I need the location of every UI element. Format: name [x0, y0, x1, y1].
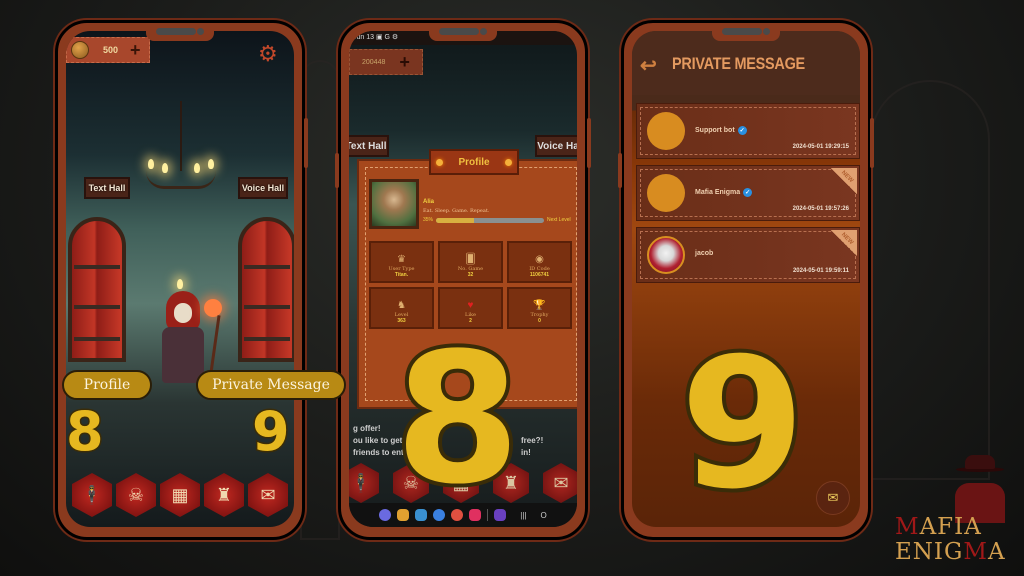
avatar [647, 236, 685, 274]
gear-icon[interactable]: ⚙ [258, 43, 280, 65]
coin-balance-bar: 200448 + [349, 49, 423, 75]
wall-candle [177, 279, 183, 289]
new-badge-label: NEW [839, 169, 855, 185]
profile-bio: Eat. Sleep. Game. Repeat. [423, 208, 490, 214]
id-badge-icon: ◉ [535, 254, 544, 265]
level-icon: ♞ [397, 300, 406, 311]
message-timestamp: 2024-05-01 19:57:26 [792, 206, 849, 212]
back-arrow-icon[interactable]: ↩ [640, 53, 657, 78]
page-title: PRIVATE MESSAGE [672, 54, 805, 73]
message-timestamp: 2024-05-01 19:29:15 [792, 144, 849, 150]
coin-balance: 500 [103, 45, 119, 55]
nav-mail-icon[interactable]: ✉ [248, 473, 288, 517]
text-hall-sign[interactable]: Text Hall [84, 177, 130, 199]
voice-hall-sign[interactable]: Voice Ha [535, 135, 577, 157]
experience-row: 35% Next Level [423, 217, 571, 223]
next-level-label: Next Level [547, 217, 571, 223]
coin-balance-bar: 500 + [66, 37, 150, 63]
message-sender: jacob [695, 250, 714, 257]
phone-side-button-left [618, 153, 622, 188]
coin-icon [71, 41, 89, 59]
phone-notch [146, 23, 214, 41]
nav-map-icon[interactable]: ▦ [160, 473, 200, 517]
nav-mafia-boss-icon[interactable]: 🕴 [72, 473, 112, 517]
staff-orb [204, 299, 222, 317]
add-coins-button[interactable]: + [399, 52, 410, 73]
logo-text: ENIG [895, 539, 964, 565]
stat-user-type: ♛ User Type Titan. [369, 241, 434, 283]
nav-mail-icon[interactable]: ✉ [543, 463, 577, 503]
profile-avatar[interactable] [369, 179, 419, 229]
mafioso-figure [950, 455, 1010, 523]
profile-name: Alia [423, 199, 435, 205]
profile-dialog-title: Profile [429, 149, 519, 175]
new-badge-label: NEW [839, 231, 855, 247]
logo-text: A [987, 539, 1006, 565]
logo-text: AFIA [919, 514, 982, 540]
logo-letter: M [963, 539, 988, 565]
message-sender: Support bot [695, 127, 735, 134]
new-badge: NEW [831, 230, 857, 256]
stat-value: Titan. [394, 272, 409, 278]
voice-hall-sign[interactable]: Voice Hall [238, 177, 288, 199]
mail-icon[interactable]: ✉ [816, 481, 850, 515]
exp-progress-bar [436, 217, 545, 223]
phone-notch [712, 23, 780, 41]
nav-mafia-boss-icon[interactable]: 🕴 [349, 463, 379, 503]
nav-castle-icon[interactable]: ♜ [204, 473, 244, 517]
trophy-icon: 🏆 [533, 300, 546, 311]
stat-no-game: 🂠 No. Game 32 [438, 241, 503, 283]
heart-icon: ♥ [467, 300, 474, 311]
promo-text-right: free?! in! [521, 435, 543, 459]
verified-icon: ✓ [737, 126, 747, 135]
callout-number-8: 8 [391, 315, 524, 524]
status-date: Jun 13 [353, 34, 375, 41]
exp-percent: 35% [423, 217, 434, 223]
avatar [647, 112, 685, 150]
promo-line: in! [521, 448, 531, 457]
voice-hall-door[interactable] [238, 217, 294, 362]
mafia-enigma-logo: MAFIA ENIGMA [895, 515, 1006, 565]
home-button[interactable]: O [541, 511, 547, 520]
exp-progress-fill [436, 217, 474, 223]
stat-value: 0 [538, 318, 541, 324]
callout-number-9: 9 [251, 400, 292, 463]
profile-button[interactable]: Profile [62, 370, 152, 400]
phone-side-button [587, 118, 591, 168]
phone-notch [429, 23, 497, 41]
stat-id-code: ◉ ID Code 1106741 [507, 241, 572, 283]
text-hall-door[interactable] [68, 217, 126, 362]
nav-ranking-icon[interactable]: ☠ [116, 473, 156, 517]
stat-value: 32 [467, 272, 474, 278]
promo-line: free?! [521, 436, 544, 445]
message-sender: Mafia Enigma [695, 189, 741, 196]
message-item[interactable]: Support bot ✓ 2024-05-01 19:29:15 [636, 103, 860, 159]
avatar [647, 174, 685, 212]
cards-icon: 🂠 [465, 254, 476, 265]
crown-icon: ♛ [397, 254, 406, 265]
callout-number-9: 9 [676, 320, 809, 529]
chandelier-image [146, 101, 216, 211]
message-item[interactable]: NEW Mafia Enigma ✓ 2024-05-01 19:57:26 [636, 165, 860, 221]
bottom-nav: 🕴 ☠ ▦ ♜ ✉ [72, 473, 288, 517]
private-message-button[interactable]: Private Message [196, 370, 346, 400]
coin-balance: 200448 [362, 58, 386, 66]
phone-side-button [304, 118, 308, 168]
logo-letter: M [895, 514, 920, 540]
message-timestamp: 2024-05-01 19:59:11 [792, 268, 849, 274]
phone-side-button [870, 118, 874, 168]
new-badge: NEW [831, 168, 857, 194]
stat-value: 1106741 [529, 272, 550, 278]
add-coins-button[interactable]: + [130, 41, 141, 59]
phone-side-button-left [335, 153, 339, 188]
app-internet-icon[interactable] [379, 509, 392, 521]
callout-number-8: 8 [65, 400, 106, 463]
background-door-right [870, 80, 990, 480]
verified-icon: ✓ [743, 188, 753, 197]
text-hall-sign[interactable]: Text Hall [349, 135, 389, 157]
recent-apps-button[interactable]: ||| [520, 511, 526, 520]
message-item[interactable]: NEW jacob 2024-05-01 19:59:11 [636, 227, 860, 283]
